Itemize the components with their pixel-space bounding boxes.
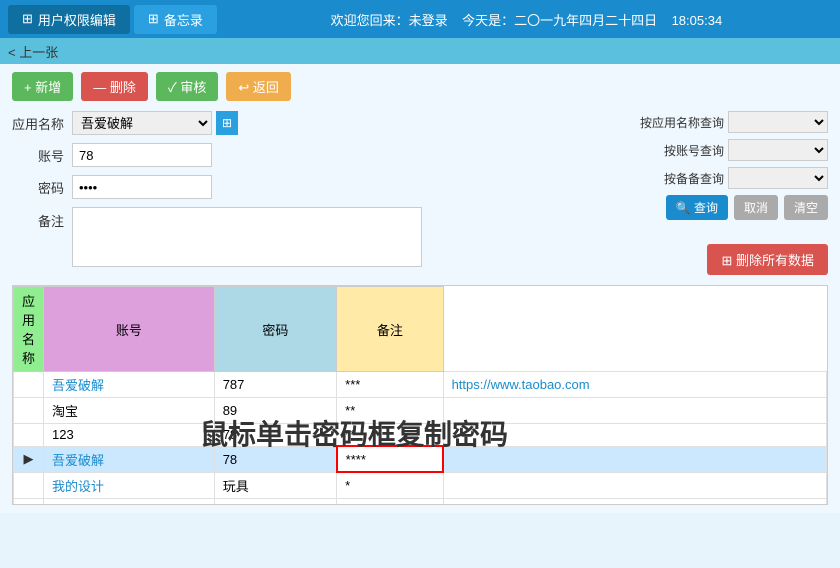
table-row[interactable]: 我的设计 s压下*	[14, 498, 827, 505]
password-input[interactable]	[72, 175, 212, 199]
delete-all-button[interactable]: ⊞ 删除所有数据	[707, 244, 828, 275]
grid-icon: ⊞	[22, 11, 33, 27]
app-name-select[interactable]: 吾爱破解	[72, 111, 212, 135]
toolbar: + 新增 — 删除 ✓ 审核 ↩ 返回	[12, 72, 828, 101]
row-marker	[14, 498, 44, 505]
cell-note	[443, 446, 826, 472]
table-row[interactable]: 12378**	[14, 424, 827, 447]
cell-note	[443, 424, 826, 447]
table-row[interactable]: 淘宝89**	[14, 398, 827, 424]
query-name-row: 按应用名称查询	[548, 111, 828, 133]
col-header-account: 账号	[44, 287, 215, 372]
tab-memo[interactable]: ⊞ 备忘录	[134, 5, 217, 34]
row-marker: ▶	[14, 446, 44, 472]
app-link[interactable]: 我的设计	[52, 479, 104, 494]
table-row[interactable]: 我的设计 玩具*	[14, 472, 827, 498]
cell-app: 吾爱破解	[44, 446, 215, 472]
col-header-app: 应用名称	[14, 287, 44, 372]
cell-app: 123	[44, 424, 215, 447]
form-right: 按应用名称查询 按账号查询 按备备查询 🔍 查询 取消 清空	[548, 111, 828, 275]
cell-account: s压下	[214, 498, 336, 505]
table-row[interactable]: ▶ 吾爱破解 78****	[14, 446, 827, 472]
main-content: + 新增 — 删除 ✓ 审核 ↩ 返回 应用名称 吾爱破解 ⊞ 账号 密码	[0, 64, 840, 513]
cell-password[interactable]: ****	[337, 446, 443, 472]
cell-account: 78	[214, 424, 336, 447]
password-label: 密码	[12, 178, 72, 197]
cell-note: https://www.taobao.com	[443, 372, 826, 398]
query-account-label: 按账号查询	[664, 142, 724, 159]
row-marker	[14, 472, 44, 498]
query-button[interactable]: 🔍 查询	[666, 195, 728, 220]
table-wrap: 应用名称 账号 密码 备注 吾爱破解787***https://www.taob…	[12, 285, 828, 505]
query-name-select[interactable]	[728, 111, 828, 133]
form-left: 应用名称 吾爱破解 ⊞ 账号 密码 备注	[12, 111, 538, 275]
data-table: 应用名称 账号 密码 备注 吾爱破解787***https://www.taob…	[13, 286, 827, 505]
cell-account: 787	[214, 372, 336, 398]
password-row: 密码	[12, 175, 538, 199]
cell-app: 我的设计	[44, 498, 215, 505]
cell-note	[443, 472, 826, 498]
query-account-select[interactable]	[728, 139, 828, 161]
cell-password[interactable]: *	[337, 498, 443, 505]
delete-all-icon: ⊞	[721, 253, 736, 268]
nav-bar: < 上一张	[0, 38, 840, 64]
table-header-row: 应用名称 账号 密码 备注	[14, 287, 827, 372]
account-label: 账号	[12, 146, 72, 165]
account-row: 账号	[12, 143, 538, 167]
cell-password[interactable]: ***	[337, 372, 443, 398]
col-header-password: 密码	[214, 287, 336, 372]
grid-button[interactable]: ⊞	[216, 111, 238, 135]
app-name-row: 应用名称 吾爱破解 ⊞	[12, 111, 538, 135]
cell-password[interactable]: *	[337, 472, 443, 498]
query-btn-row: 🔍 查询 取消 清空	[548, 195, 828, 220]
cell-account: 玩具	[214, 472, 336, 498]
cell-app: 我的设计	[44, 472, 215, 498]
row-marker	[14, 398, 44, 424]
app-name-label: 应用名称	[12, 114, 72, 133]
query-note-select[interactable]	[728, 167, 828, 189]
grid-icon-2: ⊞	[148, 11, 159, 27]
query-name-label: 按应用名称查询	[640, 114, 724, 131]
add-button[interactable]: + 新增	[12, 72, 73, 101]
cell-password[interactable]: **	[337, 398, 443, 424]
cell-note	[443, 398, 826, 424]
audit-button[interactable]: ✓ 审核	[156, 72, 219, 101]
query-note-label: 按备备查询	[664, 170, 724, 187]
cell-note	[443, 498, 826, 505]
cancel-button[interactable]: 取消	[734, 195, 778, 220]
col-header-note: 备注	[337, 287, 443, 372]
return-button[interactable]: ↩ 返回	[226, 72, 291, 101]
app-link[interactable]: 吾爱破解	[52, 378, 104, 393]
row-marker	[14, 372, 44, 398]
table-row[interactable]: 吾爱破解 787*** https://www.taobao.com	[14, 372, 827, 398]
form-area: 应用名称 吾爱破解 ⊞ 账号 密码 备注	[12, 111, 828, 275]
app-link[interactable]: 我的设计	[52, 505, 104, 506]
query-account-row: 按账号查询	[548, 139, 828, 161]
top-bar: ⊞ 用户权限编辑 ⊞ 备忘录 欢迎您回来：未登录 今天是：二〇一九年四月二十四日…	[0, 0, 840, 38]
cell-account: 89	[214, 398, 336, 424]
note-input[interactable]	[72, 207, 422, 267]
row-marker	[14, 424, 44, 447]
delete-button[interactable]: — 删除	[81, 72, 148, 101]
query-note-row: 按备备查询	[548, 167, 828, 189]
table-body: 吾爱破解787***https://www.taobao.com淘宝89**12…	[14, 372, 827, 506]
cell-app: 淘宝	[44, 398, 215, 424]
note-label: 备注	[12, 207, 72, 230]
welcome-text: 欢迎您回来：未登录 今天是：二〇一九年四月二十四日 18:05:34	[221, 10, 832, 29]
tab-user-permission[interactable]: ⊞ 用户权限编辑	[8, 5, 130, 34]
note-link[interactable]: https://www.taobao.com	[452, 377, 590, 392]
cell-password[interactable]: **	[337, 424, 443, 447]
app-link[interactable]: 吾爱破解	[52, 453, 104, 468]
account-input[interactable]	[72, 143, 212, 167]
back-button[interactable]: < 上一张	[8, 42, 58, 61]
cell-account: 78	[214, 446, 336, 472]
note-row: 备注	[12, 207, 538, 267]
app-name-select-wrap: 吾爱破解 ⊞	[72, 111, 238, 135]
cell-app: 吾爱破解	[44, 372, 215, 398]
clear-button[interactable]: 清空	[784, 195, 828, 220]
